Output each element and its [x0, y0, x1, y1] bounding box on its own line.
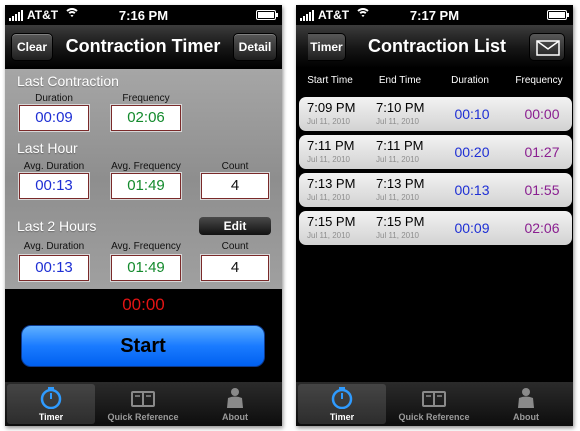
page-title: Contraction Timer: [65, 36, 221, 56]
hour-avg-duration-value: 00:13: [19, 173, 89, 199]
back-button-label: Timer: [310, 40, 343, 54]
person-icon: [227, 388, 243, 408]
end-date: Jul 11, 2010: [376, 155, 419, 164]
two-hour-avg-duration-value: 00:13: [19, 255, 89, 281]
column-headers: Start Time End Time Duration Frequency: [296, 75, 573, 91]
duration-label: Duration: [35, 93, 73, 104]
count-label: Count: [221, 161, 249, 172]
status-time: 7:17 PM: [409, 8, 460, 23]
frequency-label: Frequency: [122, 93, 170, 104]
start-time: 7:11 PM: [307, 138, 355, 153]
start-time: 7:13 PM: [307, 176, 356, 191]
stats-panel: Last Contraction Duration 00:09 Frequenc…: [5, 69, 282, 289]
timer-display: 00:00: [122, 295, 165, 314]
tab-about[interactable]: About: [482, 384, 570, 424]
clear-button[interactable]: Clear: [11, 33, 53, 61]
page-title: Contraction List: [368, 36, 506, 56]
start-time: 7:15 PM: [307, 214, 356, 229]
tab-label: Timer: [329, 412, 355, 422]
frequency-value: 02:06: [524, 220, 560, 236]
avg-duration-label: Avg. Duration: [23, 241, 85, 252]
tab-about[interactable]: About: [191, 384, 279, 424]
duration-value: 00:13: [454, 182, 490, 198]
last-hour-title: Last Hour: [17, 140, 78, 156]
frequency-value: 01:27: [524, 144, 560, 160]
duration-value: 00:10: [454, 106, 490, 122]
last-contraction-title: Last Contraction: [17, 73, 119, 89]
tab-label: About: [513, 412, 539, 422]
tab-timer[interactable]: Timer: [7, 384, 95, 424]
list-item[interactable]: 7:09 PM Jul 11, 2010 7:10 PM Jul 11, 201…: [299, 97, 572, 131]
avg-frequency-label: Avg. Frequency: [111, 241, 181, 252]
frequency-value: 00:00: [524, 106, 560, 122]
list-screen: AT&T 7:17 PM Timer Contraction List Star…: [296, 5, 573, 426]
hour-count-value: 4: [201, 173, 269, 199]
tab-bar: Timer Quick Reference About: [296, 382, 573, 426]
column-header: Duration: [451, 75, 489, 86]
count-label: Count: [221, 241, 249, 252]
stopwatch-icon: [40, 387, 62, 409]
book-icon: [131, 391, 155, 407]
battery-icon: [256, 10, 278, 20]
start-date: Jul 11, 2010: [307, 193, 350, 202]
start-date: Jul 11, 2010: [307, 155, 350, 164]
nav-bar: Timer Contraction List: [296, 25, 573, 69]
nav-bar: Clear Contraction Timer Detail: [5, 25, 282, 69]
person-icon: [518, 388, 534, 408]
tab-quick-reference[interactable]: Quick Reference: [390, 384, 478, 424]
column-header: End Time: [378, 75, 422, 86]
envelope-icon: [536, 40, 560, 56]
end-date: Jul 11, 2010: [376, 193, 419, 202]
hour-avg-frequency-value: 01:49: [111, 173, 181, 199]
status-bar: AT&T 7:17 PM: [296, 5, 573, 25]
detail-button[interactable]: Detail: [233, 33, 277, 61]
duration-value: 00:20: [454, 144, 490, 160]
start-date: Jul 11, 2010: [307, 117, 350, 126]
duration-value: 00:09: [454, 220, 490, 236]
end-time: 7:11 PM: [376, 138, 424, 153]
status-time: 7:16 PM: [118, 8, 169, 23]
start-button[interactable]: Start: [21, 325, 265, 367]
email-button[interactable]: [529, 33, 565, 61]
avg-frequency-label: Avg. Frequency: [111, 161, 181, 172]
end-date: Jul 11, 2010: [376, 117, 419, 126]
last-frequency-value: 02:06: [111, 105, 181, 131]
last-duration-value: 00:09: [19, 105, 89, 131]
back-button[interactable]: Timer: [308, 33, 346, 61]
list-item[interactable]: 7:13 PM Jul 11, 2010 7:13 PM Jul 11, 201…: [299, 173, 572, 207]
avg-duration-label: Avg. Duration: [23, 161, 85, 172]
two-hour-count-value: 4: [201, 255, 269, 281]
timer-screen: AT&T 7:16 PM Clear Contraction Timer Det…: [5, 5, 282, 426]
stopwatch-icon: [331, 387, 353, 409]
tab-label: Timer: [38, 412, 64, 422]
end-time: 7:15 PM: [376, 214, 425, 229]
end-time: 7:10 PM: [376, 100, 425, 115]
start-time: 7:09 PM: [307, 100, 356, 115]
status-bar: AT&T 7:16 PM: [5, 5, 282, 25]
last-2-hours-title: Last 2 Hours: [17, 218, 97, 234]
start-date: Jul 11, 2010: [307, 231, 350, 240]
book-icon: [422, 391, 446, 407]
list-item[interactable]: 7:11 PM Jul 11, 2010 7:11 PM Jul 11, 201…: [299, 135, 572, 169]
tab-quick-reference[interactable]: Quick Reference: [99, 384, 187, 424]
tab-label: Quick Reference: [398, 412, 470, 422]
column-header: Start Time: [307, 75, 353, 86]
column-header: Frequency: [515, 75, 563, 86]
tab-bar: Timer Quick Reference About: [5, 382, 282, 426]
end-date: Jul 11, 2010: [376, 231, 419, 240]
two-hour-avg-frequency-value: 01:49: [111, 255, 181, 281]
list-item[interactable]: 7:15 PM Jul 11, 2010 7:15 PM Jul 11, 201…: [299, 211, 572, 245]
tab-label: About: [222, 412, 248, 422]
tab-label: Quick Reference: [107, 412, 179, 422]
end-time: 7:13 PM: [376, 176, 425, 191]
frequency-value: 01:55: [524, 182, 560, 198]
battery-icon: [547, 10, 569, 20]
tab-timer[interactable]: Timer: [298, 384, 386, 424]
edit-button[interactable]: Edit: [199, 217, 271, 235]
